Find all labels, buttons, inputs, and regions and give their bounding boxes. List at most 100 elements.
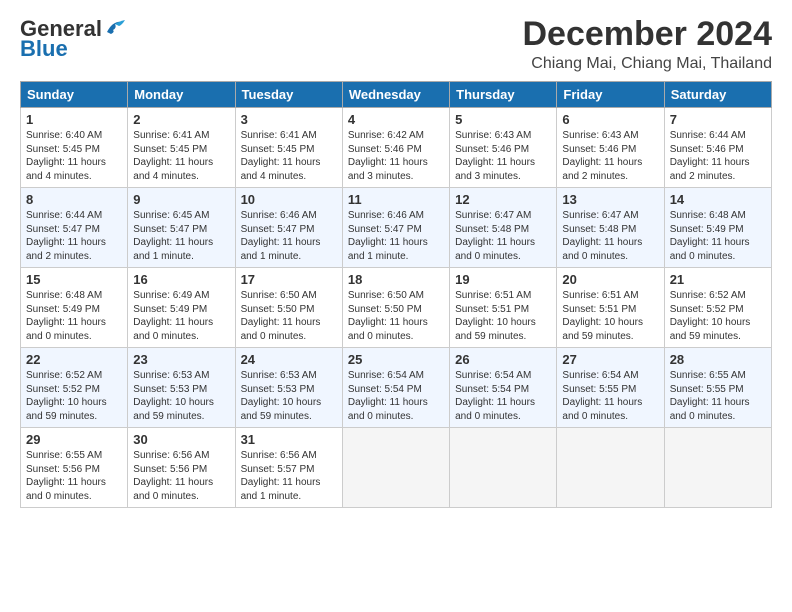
day-info: Sunrise: 6:44 AMSunset: 5:47 PMDaylight:… (26, 209, 122, 263)
logo-blue: Blue (20, 36, 68, 62)
day-cell: 22 Sunrise: 6:52 AMSunset: 5:52 PMDayligh… (21, 348, 128, 428)
day-info: Sunrise: 6:50 AMSunset: 5:50 PMDaylight:… (348, 289, 444, 343)
day-info: Sunrise: 6:47 AMSunset: 5:48 PMDaylight:… (455, 209, 551, 263)
day-cell: 31 Sunrise: 6:56 AMSunset: 5:57 PMDayligh… (235, 428, 342, 508)
day-number: 13 (562, 192, 658, 207)
location-title: Chiang Mai, Chiang Mai, Thailand (522, 55, 772, 73)
day-cell: 19 Sunrise: 6:51 AMSunset: 5:51 PMDayligh… (450, 268, 557, 348)
day-cell: 2 Sunrise: 6:41 AMSunset: 5:45 PMDaylight… (128, 108, 235, 188)
day-cell: 3 Sunrise: 6:41 AMSunset: 5:45 PMDaylight… (235, 108, 342, 188)
day-cell: 1 Sunrise: 6:40 AMSunset: 5:45 PMDaylight… (21, 108, 128, 188)
day-cell: 29 Sunrise: 6:55 AMSunset: 5:56 PMDayligh… (21, 428, 128, 508)
day-number: 28 (670, 352, 766, 367)
day-number: 7 (670, 112, 766, 127)
header-cell-saturday: Saturday (664, 82, 771, 108)
day-number: 2 (133, 112, 229, 127)
day-number: 3 (241, 112, 337, 127)
day-number: 20 (562, 272, 658, 287)
day-cell: 26 Sunrise: 6:54 AMSunset: 5:54 PMDayligh… (450, 348, 557, 428)
day-info: Sunrise: 6:54 AMSunset: 5:54 PMDaylight:… (455, 369, 551, 423)
day-number: 26 (455, 352, 551, 367)
day-cell: 5Sunrise: 6:43 AMSunset: 5:46 PMDaylight… (450, 108, 557, 188)
day-number: 27 (562, 352, 658, 367)
day-number: 14 (670, 192, 766, 207)
month-title: December 2024 (522, 16, 772, 53)
day-number: 23 (133, 352, 229, 367)
day-number: 22 (26, 352, 122, 367)
week-row-5: 29 Sunrise: 6:55 AMSunset: 5:56 PMDayligh… (21, 428, 772, 508)
header-cell-friday: Friday (557, 82, 664, 108)
day-cell: 6Sunrise: 6:43 AMSunset: 5:46 PMDaylight… (557, 108, 664, 188)
day-cell: 12 Sunrise: 6:47 AMSunset: 5:48 PMDayligh… (450, 188, 557, 268)
day-cell: 10 Sunrise: 6:46 AMSunset: 5:47 PMDayligh… (235, 188, 342, 268)
day-info: Sunrise: 6:54 AMSunset: 5:54 PMDaylight:… (348, 369, 444, 423)
day-number: 16 (133, 272, 229, 287)
header-cell-sunday: Sunday (21, 82, 128, 108)
title-area: December 2024 Chiang Mai, Chiang Mai, Th… (522, 16, 772, 73)
day-info: Sunrise: 6:55 AMSunset: 5:56 PMDaylight:… (26, 449, 122, 503)
day-cell: 30Sunrise: 6:56 AMSunset: 5:56 PMDayligh… (128, 428, 235, 508)
logo: General Blue (20, 16, 127, 62)
header-cell-thursday: Thursday (450, 82, 557, 108)
header-cell-wednesday: Wednesday (342, 82, 449, 108)
week-row-2: 8 Sunrise: 6:44 AMSunset: 5:47 PMDaylight… (21, 188, 772, 268)
day-number: 31 (241, 432, 337, 447)
day-cell: 23Sunrise: 6:53 AMSunset: 5:53 PMDayligh… (128, 348, 235, 428)
day-info: Sunrise: 6:52 AMSunset: 5:52 PMDaylight:… (26, 369, 122, 423)
day-info: Sunrise: 6:55 AMSunset: 5:55 PMDaylight:… (670, 369, 766, 423)
calendar-table: SundayMondayTuesdayWednesdayThursdayFrid… (20, 81, 772, 508)
day-number: 5 (455, 112, 551, 127)
day-cell: 27 Sunrise: 6:54 AMSunset: 5:55 PMDayligh… (557, 348, 664, 428)
week-row-3: 15Sunrise: 6:48 AMSunset: 5:49 PMDayligh… (21, 268, 772, 348)
day-cell: 16 Sunrise: 6:49 AMSunset: 5:49 PMDayligh… (128, 268, 235, 348)
day-number: 17 (241, 272, 337, 287)
day-info: Sunrise: 6:56 AMSunset: 5:56 PMDaylight:… (133, 449, 229, 503)
day-number: 4 (348, 112, 444, 127)
day-cell: 11Sunrise: 6:46 AMSunset: 5:47 PMDayligh… (342, 188, 449, 268)
day-number: 8 (26, 192, 122, 207)
day-info: Sunrise: 6:41 AMSunset: 5:45 PMDaylight:… (241, 129, 337, 183)
day-info: Sunrise: 6:50 AMSunset: 5:50 PMDaylight:… (241, 289, 337, 343)
day-info: Sunrise: 6:49 AMSunset: 5:49 PMDaylight:… (133, 289, 229, 343)
day-info: Sunrise: 6:40 AMSunset: 5:45 PMDaylight:… (26, 129, 122, 183)
day-cell: 9Sunrise: 6:45 AMSunset: 5:47 PMDaylight… (128, 188, 235, 268)
day-info: Sunrise: 6:47 AMSunset: 5:48 PMDaylight:… (562, 209, 658, 263)
day-info: Sunrise: 6:42 AMSunset: 5:46 PMDaylight:… (348, 129, 444, 183)
day-cell: 15Sunrise: 6:48 AMSunset: 5:49 PMDayligh… (21, 268, 128, 348)
day-info: Sunrise: 6:56 AMSunset: 5:57 PMDaylight:… (241, 449, 337, 503)
day-number: 21 (670, 272, 766, 287)
day-number: 6 (562, 112, 658, 127)
day-cell (450, 428, 557, 508)
day-cell: 14Sunrise: 6:48 AMSunset: 5:49 PMDayligh… (664, 188, 771, 268)
day-cell (342, 428, 449, 508)
day-number: 24 (241, 352, 337, 367)
day-cell (664, 428, 771, 508)
day-number: 19 (455, 272, 551, 287)
day-cell: 20 Sunrise: 6:51 AMSunset: 5:51 PMDayligh… (557, 268, 664, 348)
day-number: 10 (241, 192, 337, 207)
day-cell: 25Sunrise: 6:54 AMSunset: 5:54 PMDayligh… (342, 348, 449, 428)
day-info: Sunrise: 6:46 AMSunset: 5:47 PMDaylight:… (241, 209, 337, 263)
day-info: Sunrise: 6:41 AMSunset: 5:45 PMDaylight:… (133, 129, 229, 183)
day-cell: 21Sunrise: 6:52 AMSunset: 5:52 PMDayligh… (664, 268, 771, 348)
day-info: Sunrise: 6:54 AMSunset: 5:55 PMDaylight:… (562, 369, 658, 423)
day-cell: 17 Sunrise: 6:50 AMSunset: 5:50 PMDayligh… (235, 268, 342, 348)
day-info: Sunrise: 6:51 AMSunset: 5:51 PMDaylight:… (562, 289, 658, 343)
day-info: Sunrise: 6:51 AMSunset: 5:51 PMDaylight:… (455, 289, 551, 343)
header-cell-monday: Monday (128, 82, 235, 108)
day-number: 12 (455, 192, 551, 207)
header-cell-tuesday: Tuesday (235, 82, 342, 108)
day-info: Sunrise: 6:44 AMSunset: 5:46 PMDaylight:… (670, 129, 766, 183)
day-number: 29 (26, 432, 122, 447)
day-info: Sunrise: 6:48 AMSunset: 5:49 PMDaylight:… (26, 289, 122, 343)
day-cell: 8 Sunrise: 6:44 AMSunset: 5:47 PMDaylight… (21, 188, 128, 268)
day-number: 1 (26, 112, 122, 127)
logo-bird-icon (105, 18, 127, 36)
page: General Blue December 2024 Chiang Mai, C… (0, 0, 792, 518)
day-number: 9 (133, 192, 229, 207)
week-row-1: 1 Sunrise: 6:40 AMSunset: 5:45 PMDaylight… (21, 108, 772, 188)
header-row: SundayMondayTuesdayWednesdayThursdayFrid… (21, 82, 772, 108)
day-cell: 7 Sunrise: 6:44 AMSunset: 5:46 PMDaylight… (664, 108, 771, 188)
day-cell: 13 Sunrise: 6:47 AMSunset: 5:48 PMDayligh… (557, 188, 664, 268)
day-info: Sunrise: 6:53 AMSunset: 5:53 PMDaylight:… (241, 369, 337, 423)
